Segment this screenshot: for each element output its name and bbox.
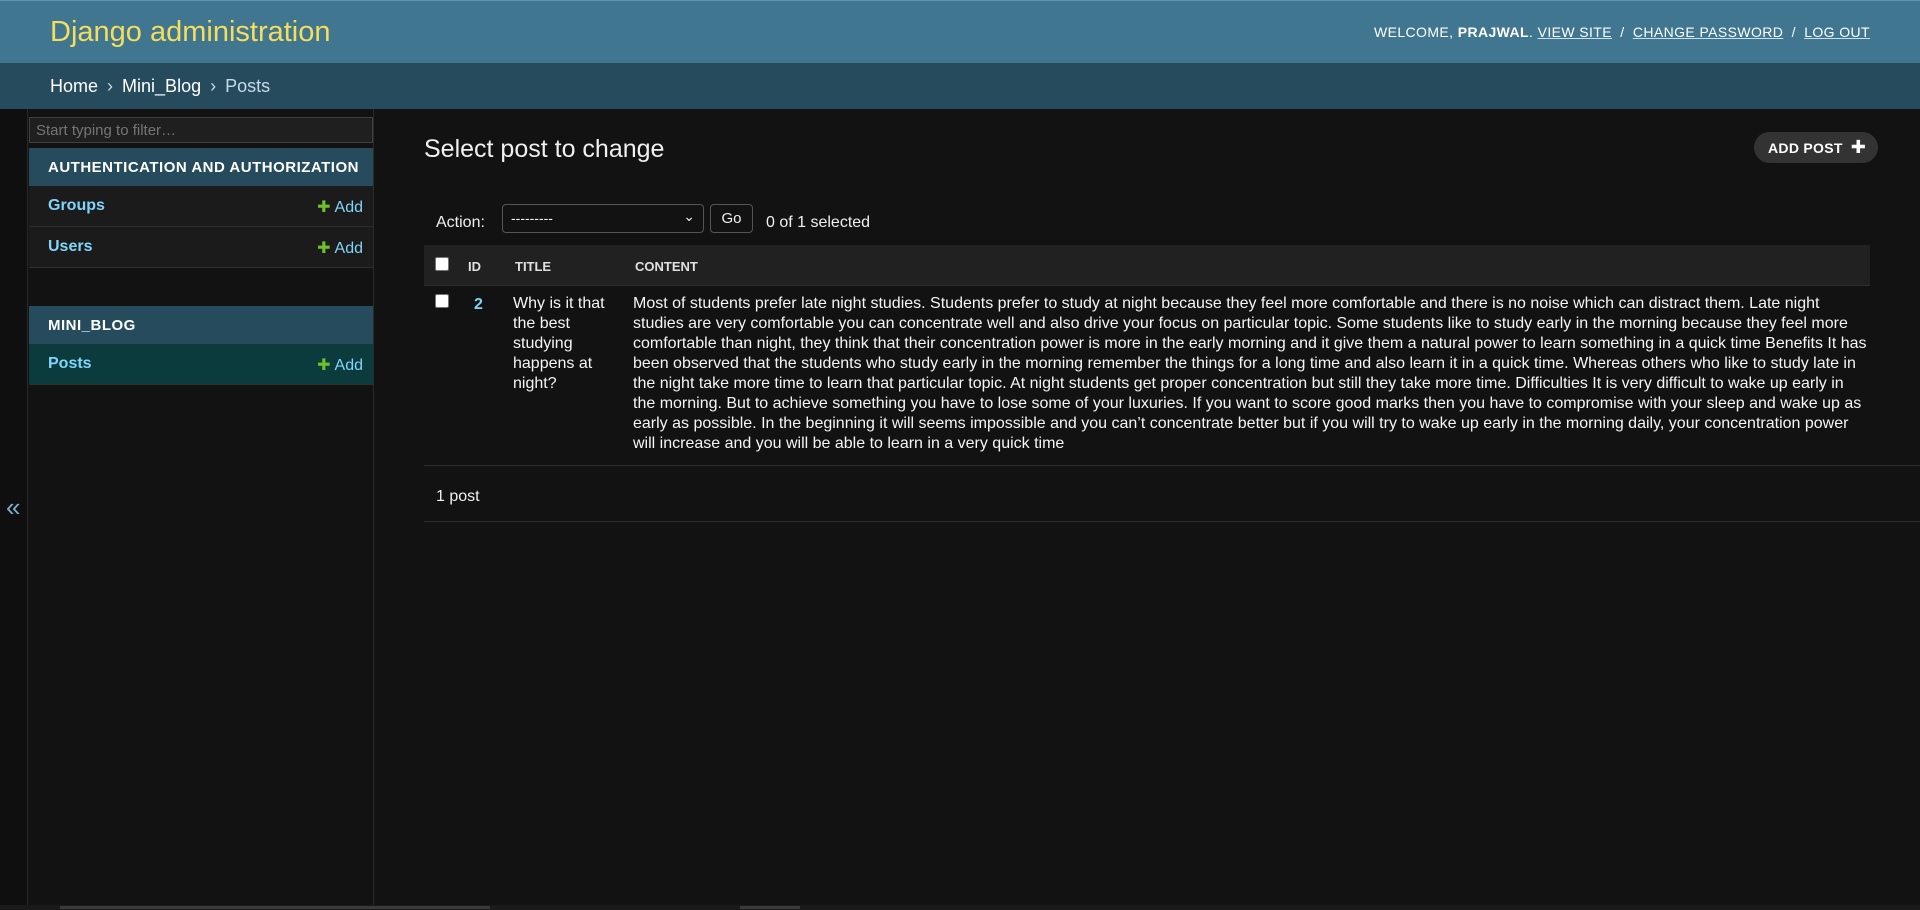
add-post-label: Add post — [1768, 139, 1843, 156]
select-all-checkbox[interactable] — [435, 257, 449, 271]
column-header-title[interactable]: Title — [515, 259, 551, 274]
add-post-link[interactable]: ✚ Add — [317, 355, 363, 375]
breadcrumb: Home › Mini_Blog › Posts — [0, 63, 1920, 109]
plus-icon: ✚ — [317, 240, 331, 257]
sidebar-item-groups: Groups ✚ Add — [29, 186, 373, 227]
chevron-down-icon: ⌄ — [683, 208, 695, 224]
paginator-count: 1 post — [436, 488, 480, 505]
go-button[interactable]: Go — [710, 204, 753, 233]
add-label: Add — [334, 199, 363, 216]
view-site-link[interactable]: View site — [1538, 24, 1612, 40]
username: Prajwal — [1457, 24, 1529, 40]
breadcrumb-current: Posts — [225, 76, 271, 96]
plus-icon: ✚ — [317, 199, 331, 216]
scrollbar-thumb[interactable] — [740, 906, 800, 909]
breadcrumb-separator: › — [107, 76, 114, 96]
page-title: Select post to change — [424, 135, 665, 163]
plus-icon: ✚ — [1850, 137, 1867, 157]
column-header-id[interactable]: ID — [468, 259, 481, 274]
sidebar-item-posts: Posts ✚ Add — [29, 344, 373, 385]
scrollbar-thumb[interactable] — [60, 906, 490, 909]
header: Django administration Welcome, Prajwal. … — [0, 0, 1920, 63]
action-label: Action: — [436, 214, 485, 231]
module-caption-auth[interactable]: Authentication and Authorization — [29, 148, 373, 186]
row-title: Why is it that the best studying happens… — [513, 295, 605, 392]
module-caption-mini-blog[interactable]: Mini_Blog — [29, 306, 373, 344]
toggle-sidebar-button[interactable]: « — [0, 109, 28, 910]
add-group-link[interactable]: ✚ Add — [317, 197, 363, 217]
welcome-text: Welcome, — [1374, 24, 1454, 40]
sidebar-item-users: Users ✚ Add — [29, 227, 373, 268]
add-label: Add — [334, 240, 363, 257]
paginator: 1 post — [424, 466, 1920, 522]
breadcrumb-home[interactable]: Home — [50, 76, 98, 96]
chevron-double-left-icon: « — [6, 492, 21, 522]
row-content: Most of students prefer late night studi… — [633, 295, 1867, 452]
action-select[interactable]: --------- ⌄ — [502, 204, 704, 233]
table-header: ID Title Content — [424, 245, 1870, 286]
sidebar-item-label[interactable]: Groups — [48, 197, 105, 215]
sidebar-item-label[interactable]: Posts — [48, 355, 92, 373]
breadcrumb-app[interactable]: Mini_Blog — [122, 76, 201, 96]
row-checkbox[interactable] — [435, 294, 449, 308]
main-content: Select post to change Add post ✚ Action:… — [374, 109, 1920, 910]
add-user-link[interactable]: ✚ Add — [317, 238, 363, 258]
user-tools: Welcome, Prajwal. View site / Change pas… — [1374, 24, 1870, 40]
table-row: 2 Why is it that the best studying happe… — [424, 286, 1920, 466]
plus-icon: ✚ — [317, 357, 331, 374]
breadcrumb-separator: › — [210, 76, 217, 96]
change-password-link[interactable]: Change password — [1633, 24, 1783, 40]
horizontal-scrollbar[interactable] — [0, 905, 1920, 910]
site-name[interactable]: Django administration — [50, 16, 330, 49]
nav-sidebar: Authentication and Authorization Groups … — [28, 109, 374, 910]
selected-count: 0 of 1 selected — [766, 214, 871, 231]
action-bar: Action: --------- ⌄ Go 0 of 1 selected — [424, 203, 1920, 243]
add-label: Add — [334, 357, 363, 374]
nav-filter-input[interactable] — [29, 117, 373, 143]
add-post-button[interactable]: Add post ✚ — [1754, 132, 1879, 163]
row-id-link[interactable]: 2 — [474, 296, 483, 314]
sidebar-item-label[interactable]: Users — [48, 238, 92, 256]
action-selected-value: --------- — [511, 210, 553, 226]
column-header-content[interactable]: Content — [635, 259, 698, 274]
log-out-link[interactable]: Log out — [1804, 24, 1870, 40]
